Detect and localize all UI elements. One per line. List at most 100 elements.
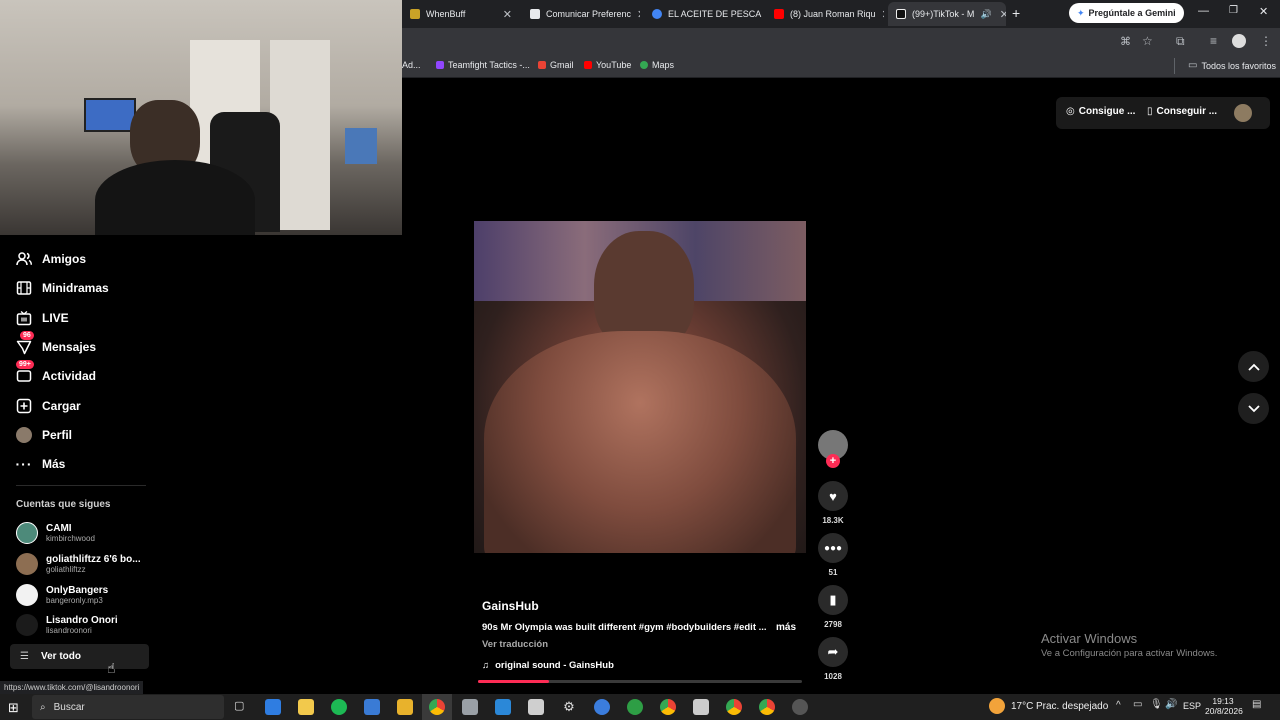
clock[interactable]: 19:13 20/8/2026 [1205,696,1243,716]
get-app-button[interactable]: ▯ Conseguir ... [1147,106,1217,117]
chrome-icon[interactable] [726,699,742,715]
chrome-icon[interactable] [429,699,445,715]
extensions-icon[interactable]: ⧉ [1176,34,1185,49]
all-bookmarks-label: Todos los favoritos [1201,60,1276,71]
sidebar-item-mensajes[interactable]: 96 Mensajes [16,331,97,355]
media-control-icon[interactable]: ≡ [1210,34,1217,48]
video-progress-bar[interactable] [478,680,802,683]
app-icon[interactable] [397,699,413,715]
share-count: 1028 [824,672,842,681]
previous-video-button[interactable] [1238,351,1269,382]
app-icon[interactable] [462,699,478,715]
more-caption-link[interactable]: más [776,622,796,633]
live-icon [16,310,32,326]
app-icon[interactable] [792,699,808,715]
share-button[interactable]: ➦ [818,637,848,667]
chrome-icon[interactable] [660,699,676,715]
avatar [16,553,38,575]
menu-kebab-icon[interactable]: ⋮ [1260,34,1272,48]
following-heading: Cuentas que sigues [16,499,111,510]
sidebar-item-actividad[interactable]: 99+ Actividad [16,360,96,384]
followed-account[interactable]: Lisandro Onori lisandroonori [16,614,146,636]
browser-tab[interactable]: (8) Juan Roman Riqu ✕ [766,2,884,26]
xbox-icon[interactable] [627,699,643,715]
bookmark-item[interactable]: Ad... [402,60,421,70]
weather-icon[interactable] [989,698,1005,714]
minimize-icon[interactable]: — [1198,5,1209,17]
user-avatar[interactable] [1234,104,1252,122]
all-bookmarks-button[interactable]: ▭ Todos los favoritos [1188,60,1276,71]
bookmark-star-icon[interactable]: ☆ [1142,34,1153,48]
weather-description[interactable]: Prac. despejado [1036,701,1108,712]
windows-start-icon[interactable]: ⊞ [8,700,19,716]
sidebar-item-mas[interactable]: ··· Más [15,456,66,472]
task-view-icon[interactable]: ▢ [234,699,244,712]
bookmark-item[interactable]: YouTube [584,60,631,70]
translate-link[interactable]: Ver traducción [482,639,548,650]
account-name: OnlyBangers [46,585,109,596]
sidebar-item-minidramas[interactable]: Minidramas [16,280,109,296]
spotify-icon[interactable] [331,699,347,715]
account-name: CAMI [46,523,72,534]
chrome-icon[interactable] [759,699,775,715]
followed-account[interactable]: OnlyBangers bangeronly.mp3 [16,584,146,606]
app-icon[interactable] [364,699,380,715]
followed-account[interactable]: CAMI kimbirchwood [16,522,146,544]
next-video-button[interactable] [1238,393,1269,424]
file-explorer-icon[interactable] [298,699,314,715]
sidebar-item-label: Mensajes [42,340,97,354]
bookmark-item[interactable]: Maps [640,60,674,70]
get-coins-button[interactable]: ◎ Consigue ... [1066,106,1135,117]
close-icon[interactable]: ✕ [882,8,884,21]
sound-link[interactable]: ♫ original sound - GainsHub [482,660,614,671]
app-icon[interactable] [495,699,511,715]
sidebar-item-label: Más [42,457,66,471]
video-author[interactable]: GainsHub [482,599,539,613]
notifications-icon[interactable]: ▤ [1252,699,1261,710]
language-indicator[interactable]: ESP [1183,701,1201,711]
like-button[interactable]: ♥ [818,481,848,511]
profile-avatar-icon[interactable] [1232,34,1246,48]
save-button[interactable]: ▮ [818,585,848,615]
new-tab-icon[interactable]: + [1012,5,1020,21]
browser-tab-active[interactable]: (99+)TikTok - M 🔊 ✕ [888,2,1006,26]
upload-icon [16,398,32,414]
video-player[interactable] [474,221,806,553]
restore-icon[interactable]: ❐ [1229,5,1238,16]
browser-tab[interactable]: EL ACEITE DE PESCAI ✕ [644,2,762,26]
settings-gear-icon[interactable]: ⚙ [561,699,577,715]
gemini-button[interactable]: ✦ Pregúntale a Gemini [1069,3,1184,23]
weather-temp[interactable]: 17°C [1011,701,1033,712]
followed-account[interactable]: goliathliftzz 6'6 bo... goliathliftzz [16,553,146,575]
follow-plus-icon[interactable]: + [826,454,840,468]
bookmark-item[interactable]: Gmail [538,60,574,70]
calculator-icon[interactable] [528,699,544,715]
bookmark-item[interactable]: Teamfight Tactics -... [436,60,530,70]
bookmark-label: Gmail [550,60,574,70]
close-icon[interactable]: ✕ [503,8,512,21]
browser-tab[interactable]: WhenBuff ✕ [402,2,520,26]
more-icon: ··· [15,456,33,472]
get-coins-label: Consigue ... [1078,106,1136,117]
comment-button[interactable]: ●●● [818,533,848,563]
browser-tab[interactable]: Comunicar Preferenc ✕ [522,2,640,26]
microphone-icon[interactable]: 🎙 [1150,699,1163,710]
sidebar-item-perfil[interactable]: Perfil [16,427,72,443]
window-close-icon[interactable]: ✕ [1259,5,1268,18]
see-all-button[interactable]: ☰ Ver todo [10,644,149,669]
chevron-up-icon[interactable]: ^ [1116,700,1121,711]
sidebar-item-amigos[interactable]: Amigos [16,251,86,267]
app-icon[interactable] [693,699,709,715]
close-icon[interactable]: ✕ [637,8,640,21]
taskbar-search[interactable]: ⌕ Buscar [32,695,224,719]
translate-icon[interactable]: ⌘ [1120,35,1131,48]
sidebar-item-cargar[interactable]: Cargar [16,398,81,414]
speaker-icon[interactable]: 🔊 [980,9,991,20]
volume-icon[interactable]: 🔊 [1165,699,1177,710]
close-icon[interactable]: ✕ [1000,8,1006,21]
microsoft-store-icon[interactable] [265,699,281,715]
clock-date: 20/8/2026 [1205,706,1243,716]
network-icon[interactable]: ▭ [1133,699,1142,710]
sidebar-item-live[interactable]: LIVE [16,310,69,326]
app-icon[interactable] [594,699,610,715]
